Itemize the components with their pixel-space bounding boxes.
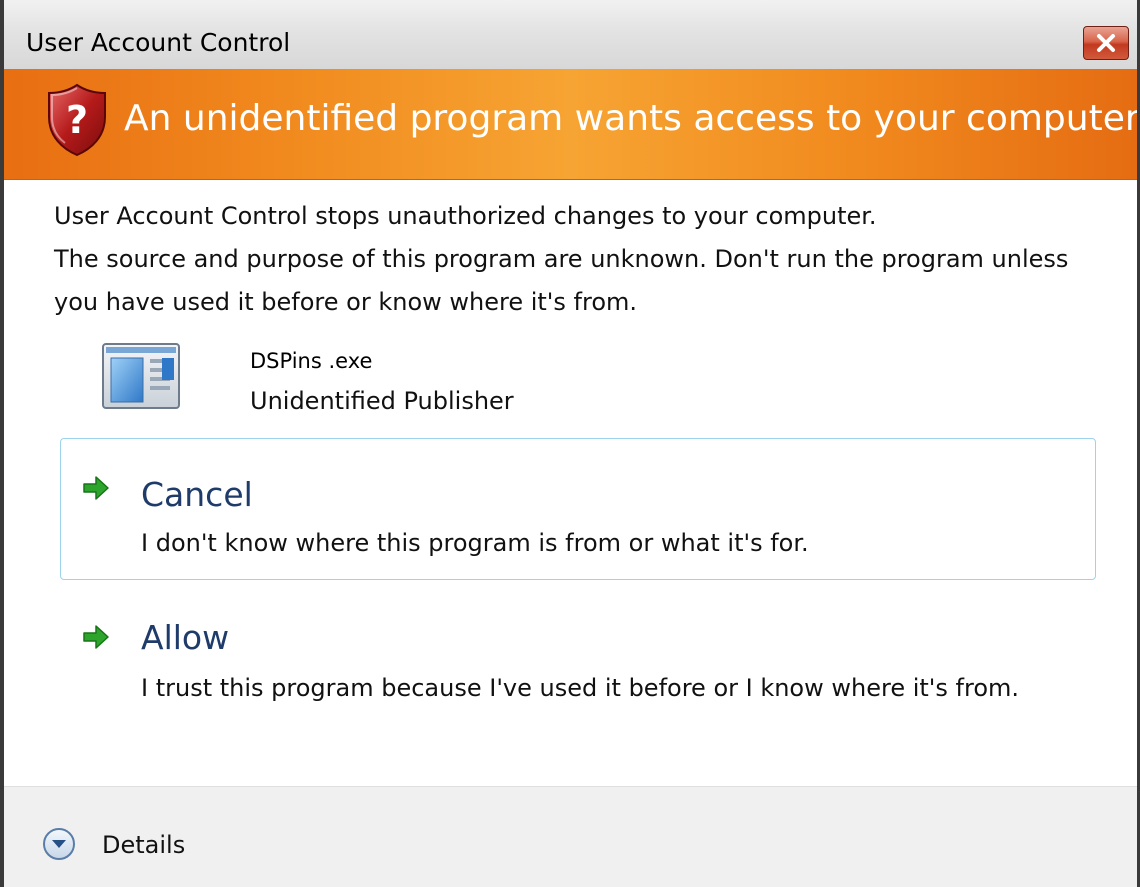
title-bar[interactable]: User Account Control	[4, 0, 1137, 70]
warning-banner: ? An unidentified program wants access t…	[4, 69, 1137, 180]
window-title: User Account Control	[26, 28, 291, 57]
cancel-description: I don't know where this program is from …	[141, 529, 809, 557]
green-arrow-icon	[83, 625, 109, 649]
cancel-option[interactable]: Cancel I don't know where this program i…	[60, 438, 1096, 580]
allow-description: I trust this program because I've used i…	[141, 674, 1020, 702]
program-publisher: Unidentified Publisher	[250, 387, 514, 415]
svg-text:?: ?	[66, 98, 88, 142]
allow-option[interactable]: Allow I trust this program because I've …	[60, 605, 1096, 755]
dialog-footer: Details	[4, 786, 1137, 887]
shield-question-icon: ?	[48, 83, 106, 157]
description-line-1: User Account Control stops unauthorized …	[54, 202, 877, 230]
description-line-2: The source and purpose of this program a…	[54, 245, 1069, 316]
close-icon	[1097, 34, 1115, 52]
allow-label: Allow	[141, 618, 230, 657]
banner-heading: An unidentified program wants access to …	[124, 98, 1140, 139]
cancel-label: Cancel	[141, 475, 253, 514]
uac-dialog: User Account Control ? An unidentified p…	[0, 0, 1140, 887]
details-button[interactable]: Details	[102, 831, 185, 859]
program-info: DSPins .exe Unidentified Publisher	[54, 343, 854, 423]
program-name: DSPins .exe	[250, 349, 373, 373]
close-button[interactable]	[1083, 26, 1129, 60]
chevron-down-circle-icon[interactable]	[42, 827, 76, 861]
dialog-body: User Account Control stops unauthorized …	[54, 195, 1114, 415]
green-arrow-icon	[83, 476, 109, 500]
application-window-icon	[102, 343, 180, 409]
